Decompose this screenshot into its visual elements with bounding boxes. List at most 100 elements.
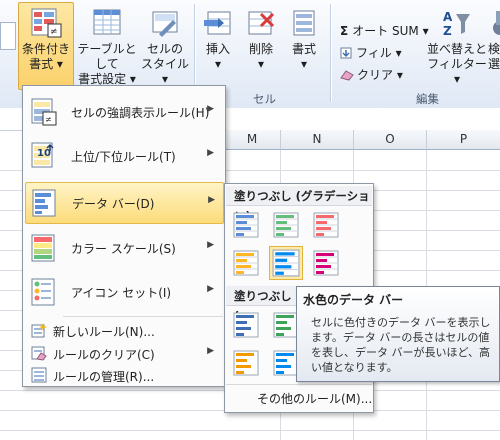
svg-text:10: 10 [37, 148, 51, 159]
menu-item-label: カラー スケール(S) [71, 242, 176, 256]
icon-sets-icon [31, 278, 55, 306]
sort-filter-icon: A Z [443, 10, 470, 38]
format-as-table-button[interactable]: テーブルとして 書式設定 ▾ [74, 8, 140, 87]
tooltip-body: セルに色付きのデータ バーを表示します。データ バーの長さはセルの値を表し、デー… [311, 316, 491, 374]
format-as-table-line2: 書式設定 ▾ [78, 72, 136, 86]
delete-arrow: ▾ [257, 57, 265, 71]
sigma-icon: Σ [340, 24, 349, 38]
data-bar-tooltip: 水色のデータ バー セルに色付きのデータ バーを表示します。データ バーの長さは… [296, 286, 500, 382]
data-bar-gradient-purple[interactable] [311, 248, 341, 278]
eraser-icon [340, 70, 354, 81]
menu-item-highlight-rules[interactable]: ≠ セルの強調表示ルール(H) ▶ [25, 92, 222, 132]
menu-item-label: ルールのクリア(C) [53, 348, 155, 362]
clear-rules-icon [31, 346, 47, 361]
find-select-button[interactable]: 検 選 [484, 8, 500, 72]
color-scales-icon [31, 234, 55, 262]
submenu-arrow-icon: ▶ [207, 346, 214, 356]
format-button[interactable]: 書式 ▾ [284, 8, 324, 72]
menu-item-label: データ バー(D) [72, 197, 155, 211]
find-select-line1: 検 [487, 42, 500, 56]
data-bar-gradient-lightblue[interactable] [269, 246, 303, 280]
menu-item-top-bottom-rules[interactable]: 10 上位/下位ルール(T) ▶ [25, 136, 222, 176]
sort-filter-line2: フィルター ▾ [427, 57, 487, 86]
cells-group-label: セル [253, 92, 276, 106]
solid-bar-blue-icon [233, 312, 259, 338]
submenu-arrow-icon: ▶ [207, 240, 214, 250]
data-bar-solid-orange[interactable] [231, 348, 261, 378]
menu-item-icon-sets[interactable]: アイコン セット(I) ▶ [25, 272, 222, 312]
autosum-button[interactable]: Σ オート SUM ▾ [340, 22, 429, 39]
data-bar-purple-icon [313, 250, 339, 276]
fill-button[interactable]: フィル ▾ [340, 44, 402, 61]
delete-button[interactable]: 削除 ▾ [240, 8, 282, 72]
data-bars-icon [32, 189, 56, 217]
submenu-arrow-icon: ▶ [208, 195, 215, 205]
insert-label: 挿入 [205, 42, 230, 56]
column-header-m[interactable]: M [224, 130, 281, 150]
submenu-arrow-icon: ▶ [207, 148, 214, 158]
solid-bar-orange-icon [233, 350, 259, 376]
gradient-fill-header: 塗りつぶし (グラデーション) [226, 186, 372, 223]
data-bar-gradient-red[interactable] [311, 210, 341, 240]
sort-filter-line1: 並べ替えと [426, 42, 487, 56]
menu-item-new-rule[interactable]: 新しいルール(N)... [25, 319, 222, 341]
submenu-arrow-icon: ▶ [207, 284, 214, 294]
cell-styles-button[interactable]: セルの スタイル ▾ [140, 8, 190, 87]
conditional-format-menu: ≠ セルの強調表示ルール(H) ▶ 10 上位/下位ルール(T) ▶ データ バ… [22, 85, 226, 387]
column-header-p[interactable]: P [427, 130, 500, 150]
data-bar-red-icon [313, 212, 339, 238]
highlight-cells-icon: ≠ [31, 98, 57, 126]
submenu-separator [226, 384, 372, 385]
svg-text:≠: ≠ [50, 27, 58, 37]
menu-item-color-scales[interactable]: カラー スケール(S) ▶ [25, 228, 222, 268]
menu-item-label: セルの強調表示ルール(H) [71, 106, 210, 120]
conditional-format-line2: 書式 ▾ [29, 57, 63, 71]
svg-text:A: A [443, 10, 453, 24]
submenu-arrow-icon: ▶ [207, 104, 214, 114]
menu-item-label: アイコン セット(I) [71, 286, 172, 300]
insert-cells-icon [204, 11, 231, 35]
column-header-o[interactable]: O [354, 130, 427, 150]
insert-arrow: ▾ [214, 57, 222, 71]
cell-styles-icon [152, 11, 178, 37]
data-bar-green-icon [273, 212, 299, 238]
binoculars-icon [493, 11, 500, 35]
data-bar-gradient-green[interactable] [271, 210, 301, 240]
data-bar-gradient-blue[interactable] [231, 210, 261, 240]
conditional-format-icon: ≠ [31, 8, 62, 38]
data-bar-solid-blue[interactable] [231, 310, 261, 340]
cell-styles-line2: スタイル ▾ [140, 57, 189, 86]
name-box-edge[interactable] [0, 22, 16, 50]
cell-styles-line1: セルの [146, 42, 183, 56]
menu-item-data-bars[interactable]: データ バー(D) ▶ [25, 182, 224, 224]
data-bar-orange-icon [233, 250, 259, 276]
menu-item-label: ルールの管理(R)... [53, 370, 155, 384]
format-label: 書式 [291, 42, 316, 56]
insert-button[interactable]: 挿入 ▾ [198, 8, 238, 72]
manage-rules-icon [31, 367, 47, 383]
table-style-icon [93, 9, 121, 35]
more-rules-item[interactable]: その他のルール(M)... [257, 390, 372, 407]
new-rule-icon [31, 323, 47, 338]
format-as-table-line1: テーブルとして [77, 42, 137, 71]
sort-filter-button[interactable]: A Z 並べ替えと フィルター ▾ [426, 8, 488, 87]
editing-group-label: 編集 [416, 92, 439, 106]
fill-label: フィル ▾ [356, 46, 402, 60]
column-header-n[interactable]: N [281, 130, 354, 150]
fill-down-icon [340, 47, 352, 59]
find-select-line2: 選 [487, 57, 500, 71]
gridline [0, 430, 500, 431]
data-bar-blue-icon [233, 212, 259, 238]
solid-fill-header: 塗りつぶし ( [226, 286, 298, 323]
tooltip-title: 水色のデータ バー [303, 293, 404, 307]
format-cells-icon [293, 10, 315, 36]
menu-item-manage-rules[interactable]: ルールの管理(R)... [25, 364, 222, 386]
svg-text:Z: Z [443, 24, 452, 38]
clear-button[interactable]: クリア ▾ [340, 66, 403, 83]
format-arrow: ▾ [300, 57, 308, 71]
menu-item-clear-rules[interactable]: ルールのクリア(C) ▶ [25, 342, 222, 364]
data-bar-gradient-orange[interactable] [231, 248, 261, 278]
delete-label: 削除 [248, 42, 273, 56]
top-bottom-icon: 10 [31, 142, 54, 168]
delete-cells-icon [248, 11, 275, 35]
